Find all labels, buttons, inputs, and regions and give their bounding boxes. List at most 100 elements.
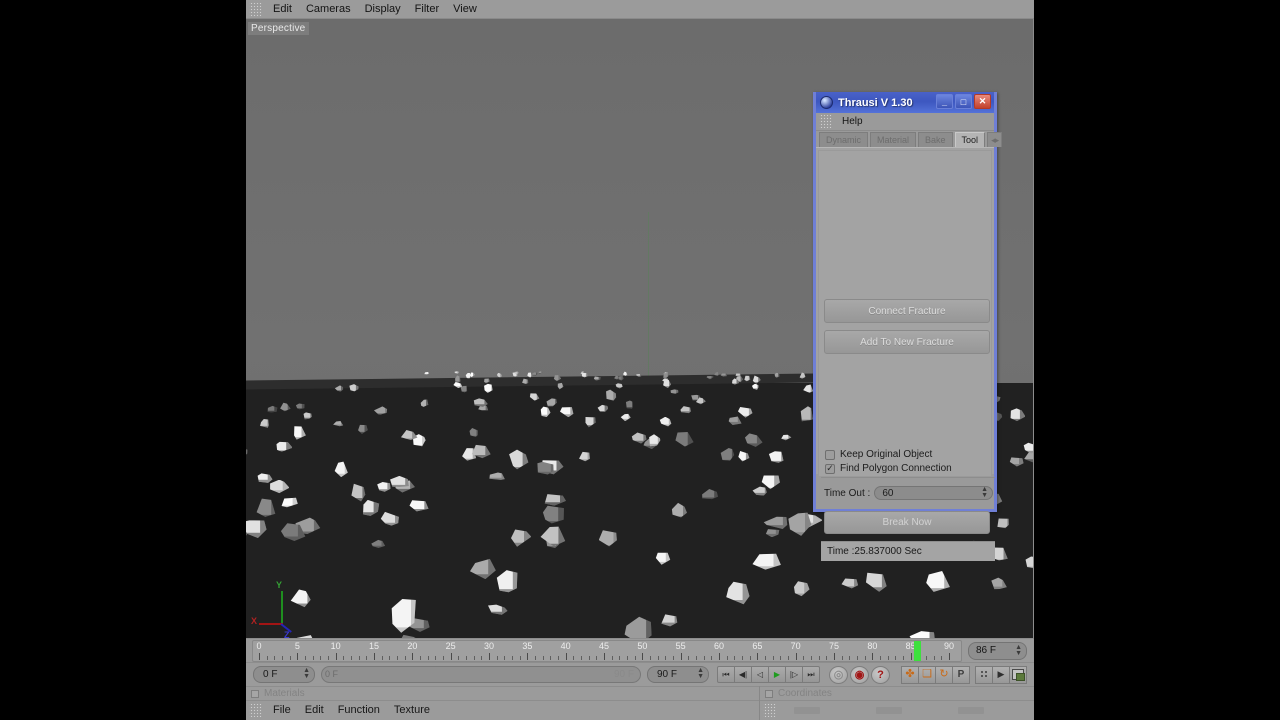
gizmo-z-label: Z — [284, 630, 290, 638]
panel-collapse-checkbox[interactable] — [251, 689, 259, 698]
ruler-tick — [504, 656, 506, 660]
maximize-icon[interactable]: □ — [955, 94, 972, 109]
timeline-bar[interactable]: 0 5 10 15 20 25 30 35 40 45 50 55 60 65 70 75 80 85 90 86 … — [246, 638, 1034, 662]
ruler-tick — [588, 656, 590, 660]
materials-panel-header: Materials — [246, 686, 759, 700]
spinner-icon[interactable]: ▲ ▼ — [981, 486, 988, 499]
spinner-icon[interactable]: ▲ ▼ — [303, 667, 310, 680]
frame-range-slider[interactable]: 0 F 90 F — [321, 666, 641, 683]
slider-left-handle[interactable]: 0 F — [325, 669, 338, 679]
ruler-tick — [473, 656, 475, 660]
time-out-value: 60 — [882, 488, 894, 499]
ruler-tick — [542, 656, 544, 660]
spinner-icon[interactable]: ▲ ▼ — [697, 667, 704, 680]
ruler-tick — [404, 656, 406, 660]
autokey-toggle-button[interactable]: ◎ — [829, 665, 848, 684]
scale-tool-icon[interactable]: ❑ — [918, 665, 936, 684]
ruler-tick — [358, 656, 360, 660]
materials-menu-edit[interactable]: Edit — [298, 702, 331, 719]
menu-item-view[interactable]: View — [446, 1, 484, 18]
thrausi-title-bar[interactable]: Thrausi V 1.30 _ □ ✕ — [816, 92, 994, 113]
keep-original-object-checkbox[interactable] — [825, 449, 835, 460]
ruler-tick — [266, 656, 268, 660]
close-icon[interactable]: ✕ — [974, 94, 991, 109]
menu-item-filter[interactable]: Filter — [408, 1, 446, 18]
debris-fragment — [424, 371, 430, 375]
parametric-tool-icon[interactable]: P — [952, 665, 970, 684]
coordinate-field-ghost[interactable] — [794, 707, 820, 714]
ruler-tick — [826, 656, 828, 660]
start-frame-field[interactable]: 0 F ▲ ▼ — [253, 666, 315, 683]
coordinates-grip[interactable] — [763, 704, 776, 717]
grid-dots-icon[interactable] — [975, 665, 993, 684]
thrausi-menu-help[interactable]: Help — [836, 114, 869, 129]
tab-material[interactable]: Material — [870, 132, 917, 147]
find-polygon-connection-label: Find Polygon Connection — [840, 463, 952, 474]
find-polygon-connection-row[interactable]: ✓ Find Polygon Connection — [825, 463, 952, 474]
tab-bake[interactable]: Bake — [918, 132, 953, 147]
slider-right-handle[interactable]: 90 F — [614, 669, 634, 680]
end-frame-value: 90 F — [657, 669, 678, 680]
spinner-icon[interactable]: ▲ ▼ — [1015, 644, 1022, 657]
rotate-tool-icon[interactable]: ↻ — [935, 665, 953, 684]
coordinate-field-ghost[interactable] — [958, 707, 984, 714]
add-to-new-fracture-button[interactable]: Add To New Fracture — [824, 330, 990, 354]
step-forward-button[interactable]: |▷ — [785, 666, 803, 683]
tab-tool[interactable]: Tool — [954, 132, 986, 147]
menu-item-display[interactable]: Display — [358, 1, 408, 18]
materials-menu-file[interactable]: File — [266, 702, 298, 719]
menu-item-edit[interactable]: Edit — [266, 1, 299, 18]
break-now-button[interactable]: Break Now — [824, 511, 990, 534]
ruler-tick — [696, 656, 697, 660]
ruler-tick — [397, 656, 398, 660]
ruler-tick — [627, 656, 628, 660]
record-active-objects-button[interactable]: ◉ — [850, 665, 869, 684]
current-frame-field[interactable]: 86 F ▲ ▼ — [968, 642, 1027, 660]
move-tool-icon[interactable]: ✤ — [901, 665, 919, 684]
connect-fracture-button[interactable]: Connect Fracture — [824, 299, 990, 323]
gizmo-y-axis — [281, 591, 283, 625]
timeline-ruler[interactable]: 0 5 10 15 20 25 30 35 40 45 50 55 60 65 70 75 80 85 90 — [252, 640, 962, 662]
ruler-tick — [489, 653, 490, 660]
ruler-tick — [742, 656, 743, 660]
ruler-tick — [772, 656, 774, 660]
thrausi-menu-grip[interactable] — [819, 115, 832, 128]
materials-menu-function[interactable]: Function — [331, 702, 387, 719]
previous-key-button[interactable]: ◀| — [734, 666, 752, 683]
ruler-tick — [673, 656, 674, 660]
materials-menu-texture[interactable]: Texture — [387, 702, 437, 719]
layer-manager-icon[interactable] — [1009, 665, 1027, 684]
debris-fragment — [1033, 545, 1034, 567]
materials-menu-grip[interactable] — [249, 704, 262, 717]
menu-grip-handle[interactable] — [249, 2, 262, 16]
step-back-button[interactable]: ◁ — [751, 666, 769, 683]
viewport-menu-bar: Edit Cameras Display Filter View — [246, 0, 1034, 19]
coordinate-field-ghost[interactable] — [876, 707, 902, 714]
ruler-tick — [558, 656, 559, 660]
find-polygon-connection-checkbox[interactable]: ✓ — [825, 463, 835, 474]
ruler-tick — [535, 656, 536, 660]
cursor-arrow-icon[interactable]: ▶ — [992, 665, 1010, 684]
ruler-tick — [297, 653, 299, 660]
go-to-end-button[interactable]: ⏭ — [802, 666, 820, 683]
minimize-icon[interactable]: _ — [936, 94, 953, 109]
ruler-tick — [949, 653, 950, 660]
thrausi-plugin-window[interactable]: Thrausi V 1.30 _ □ ✕ Help Dynamic Materi… — [813, 92, 1003, 561]
ruler-tick — [872, 653, 874, 660]
play-button[interactable]: ▶ — [768, 666, 786, 683]
time-out-field[interactable]: 60 ▲ ▼ — [874, 486, 993, 500]
timeline-playhead[interactable] — [914, 641, 922, 661]
tab-scroll-icon[interactable]: ◂▸ — [987, 132, 1003, 147]
record-help-button[interactable]: ? — [871, 665, 890, 684]
menu-item-cameras[interactable]: Cameras — [299, 1, 358, 18]
tab-dynamic[interactable]: Dynamic — [819, 132, 869, 147]
ruler-tick — [857, 656, 858, 660]
ruler-tick — [933, 656, 935, 660]
coordinates-panel: Coordinates — [760, 686, 1034, 720]
ruler-tick — [435, 656, 437, 660]
keep-original-object-row[interactable]: Keep Original Object — [825, 449, 932, 460]
end-frame-field[interactable]: 90 F ▲ ▼ — [647, 666, 709, 683]
panel-collapse-checkbox[interactable] — [765, 689, 773, 698]
ruler-tick — [903, 656, 904, 660]
go-to-start-button[interactable]: ⏮ — [717, 666, 735, 683]
